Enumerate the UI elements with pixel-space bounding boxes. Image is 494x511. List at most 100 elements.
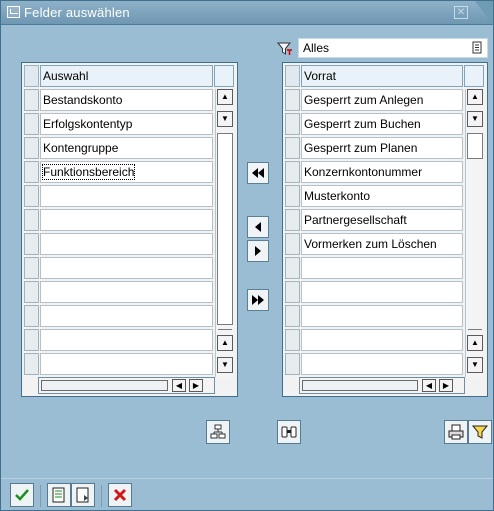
table-cell[interactable] [301,257,463,279]
filter-value: Alles [303,41,330,55]
hscroll-thumb[interactable] [302,380,418,391]
scroll-down-icon[interactable]: ▼ [217,111,233,127]
table-cell[interactable] [301,329,463,351]
find-button[interactable] [277,420,301,444]
dropdown-icon[interactable] [471,41,483,54]
table-cell[interactable]: Bestandskonto [40,89,213,111]
table-cell[interactable]: Funktionsbereich [40,161,213,183]
select-all-cell[interactable] [285,65,300,87]
horizontal-scrollbar[interactable]: ◀ ▶ [38,377,215,394]
scroll-up-icon[interactable]: ▲ [467,335,483,351]
cell-value: Kontengruppe [43,141,119,155]
layout-settings-button[interactable] [206,420,230,444]
table-cell[interactable]: Gesperrt zum Planen [301,137,463,159]
table-cell[interactable] [40,281,213,303]
table-cell[interactable]: Gesperrt zum Anlegen [301,89,463,111]
row-selector[interactable] [285,353,300,375]
table-cell[interactable] [40,209,213,231]
move-right-button[interactable] [247,240,269,262]
scroll-up-icon[interactable]: ▲ [217,335,233,351]
vertical-scrollbar[interactable]: ▲ ▼ ▲ ▼ [215,89,233,377]
horizontal-scrollbar[interactable]: ◀ ▶ [299,377,465,394]
table-cell[interactable] [40,305,213,327]
hscroll-thumb[interactable] [41,380,168,391]
scroll-right-icon[interactable]: ▶ [439,379,453,392]
scroll-right-icon[interactable]: ▶ [189,379,203,392]
table-cell[interactable] [40,329,213,351]
table-cell[interactable]: Gesperrt zum Buchen [301,113,463,135]
row-selector[interactable] [285,209,300,231]
scroll-up-icon[interactable]: ▲ [467,89,483,105]
row-selector[interactable] [285,185,300,207]
row-selector[interactable] [24,209,39,231]
scroll-thumb[interactable] [217,133,233,325]
select-all-cell[interactable] [24,65,39,87]
layout-filter-field[interactable]: Alles [298,38,488,58]
table-cell[interactable]: Erfolgskontentyp [40,113,213,135]
row-selector[interactable] [24,89,39,111]
table-cell[interactable] [40,257,213,279]
row-selector[interactable] [285,305,300,327]
row-selector[interactable] [24,281,39,303]
scroll-down-icon[interactable]: ▼ [467,357,483,373]
move-all-left-button[interactable] [247,162,269,184]
column-header[interactable]: Auswahl [40,65,213,87]
print-button[interactable] [444,420,468,444]
table-cell[interactable] [40,233,213,255]
cell-value: Erfolgskontentyp [43,117,133,131]
table-cell[interactable] [40,353,213,375]
row-selector[interactable] [285,113,300,135]
move-all-right-button[interactable] [247,289,269,311]
table-cell[interactable] [40,185,213,207]
scroll-left-icon[interactable]: ◀ [172,379,186,392]
row-selector[interactable] [285,233,300,255]
scroll-down-icon[interactable]: ▼ [467,111,483,127]
copy-button[interactable] [71,483,95,507]
move-left-button[interactable] [247,216,269,238]
column-settings-cell[interactable] [214,65,234,87]
table-cell[interactable]: Musterkonto [301,185,463,207]
row-selector[interactable] [24,353,39,375]
table-cell[interactable] [301,305,463,327]
row-selector[interactable] [24,305,39,327]
scroll-down-icon[interactable]: ▼ [217,357,233,373]
row-selector[interactable] [24,233,39,255]
table-cell[interactable]: Konzernkontonummer [301,161,463,183]
row-selector[interactable] [24,113,39,135]
vertical-scrollbar[interactable]: ▲ ▼ ▲ ▼ [465,89,483,377]
table-cell[interactable]: Partnergesellschaft [301,209,463,231]
table-cell[interactable] [301,281,463,303]
filter-icon[interactable] [277,41,293,57]
cell-value: Gesperrt zum Anlegen [304,93,424,107]
row-selector[interactable] [285,161,300,183]
scroll-thumb[interactable] [467,133,483,159]
row-selector[interactable] [285,89,300,111]
row-selector[interactable] [285,281,300,303]
table-header-row: Auswahl [22,65,235,89]
transfer-button[interactable] [47,483,71,507]
row-selector[interactable] [285,137,300,159]
right-arrow-icon [255,246,261,256]
row-selector[interactable] [285,329,300,351]
row-selector[interactable] [285,257,300,279]
cell-value: Funktionsbereich [41,164,136,180]
row-selector[interactable] [24,185,39,207]
scroll-up-icon[interactable]: ▲ [217,89,233,105]
row-selector[interactable] [24,137,39,159]
selected-fields-table: Auswahl Bestandskonto Erfolgskontentyp Kon… [21,62,238,397]
column-header[interactable]: Vorrat [301,65,463,87]
row-selector[interactable] [24,329,39,351]
confirm-button[interactable] [10,483,34,507]
scroll-left-icon[interactable]: ◀ [422,379,436,392]
row-selector[interactable] [24,257,39,279]
toolbar-separator [101,485,102,507]
table-cell[interactable]: Vormerken zum Löschen [301,233,463,255]
filter-button[interactable] [468,420,492,444]
table-cell[interactable]: Kontengruppe [40,137,213,159]
table-cell[interactable] [301,353,463,375]
cancel-button[interactable] [108,483,132,507]
column-settings-cell[interactable] [464,65,484,87]
left-arrow-icon [255,222,261,232]
row-selector[interactable] [24,161,39,183]
close-icon[interactable]: ✕ [454,6,468,19]
